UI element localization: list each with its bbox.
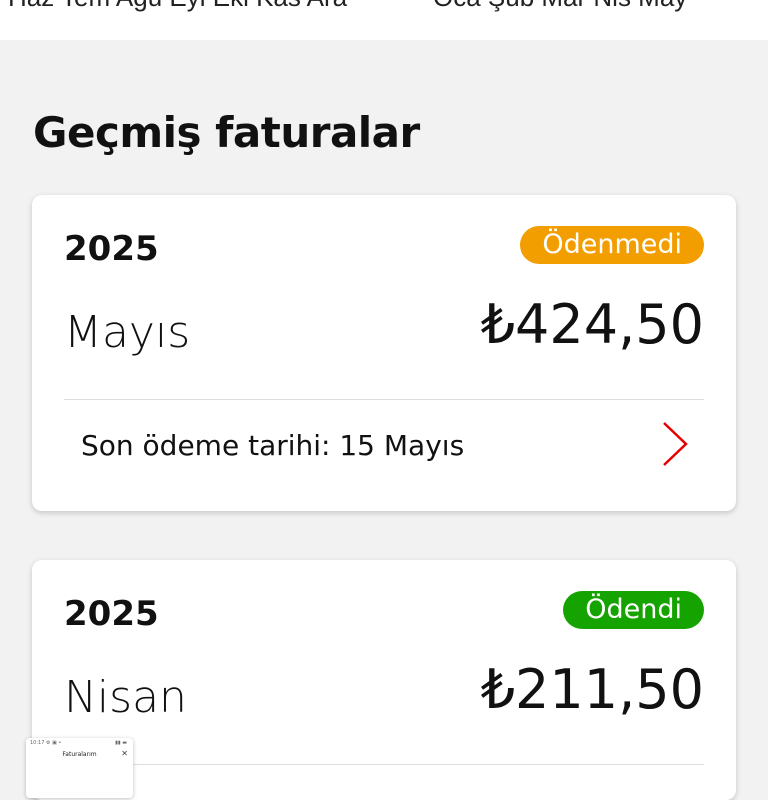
month-selector-strip: Haz Tem Ağu Eyl Eki Kas Ara Oca Şub Mar … — [0, 0, 768, 40]
bill-amount: ₺424,50 — [480, 293, 704, 356]
bill-month: Mayıs — [64, 307, 191, 358]
thumbnail-status-icons: ▮▮ ▬ — [115, 740, 127, 746]
status-badge: Ödenmedi — [520, 226, 704, 264]
bill-month: Nisan — [64, 672, 187, 723]
close-icon[interactable]: ✕ — [121, 749, 128, 758]
thumbnail-status-bar: 10:17 ⚙ ▣ • — [30, 740, 62, 746]
month-labels-left[interactable]: Haz Tem Ağu Eyl Eki Kas Ara — [8, 0, 347, 13]
screenshot-thumbnail[interactable]: 10:17 ⚙ ▣ • ▮▮ ▬ Faturalarım ✕ — [26, 738, 133, 798]
month-labels-right[interactable]: Oca Şub Mar Nis May — [433, 0, 687, 13]
bill-card-may[interactable]: 2025 Ödenmedi Mayıs ₺424,50 Son ödeme ta… — [32, 195, 736, 511]
chevron-right-icon[interactable] — [660, 420, 690, 468]
thumbnail-title: Faturalarım — [62, 751, 97, 758]
due-date-text: Son ödeme tarihi: 15 Mayıs — [81, 429, 465, 462]
divider — [64, 399, 704, 400]
status-badge: Ödendi — [563, 591, 704, 629]
page-title: Geçmiş faturalar — [33, 108, 420, 157]
bill-year: 2025 — [64, 229, 159, 269]
bill-year: 2025 — [64, 594, 159, 634]
bill-amount: ₺211,50 — [480, 658, 704, 721]
divider — [64, 764, 704, 765]
bill-card-april[interactable]: 2025 Ödendi Nisan ₺211,50 — [32, 560, 736, 800]
